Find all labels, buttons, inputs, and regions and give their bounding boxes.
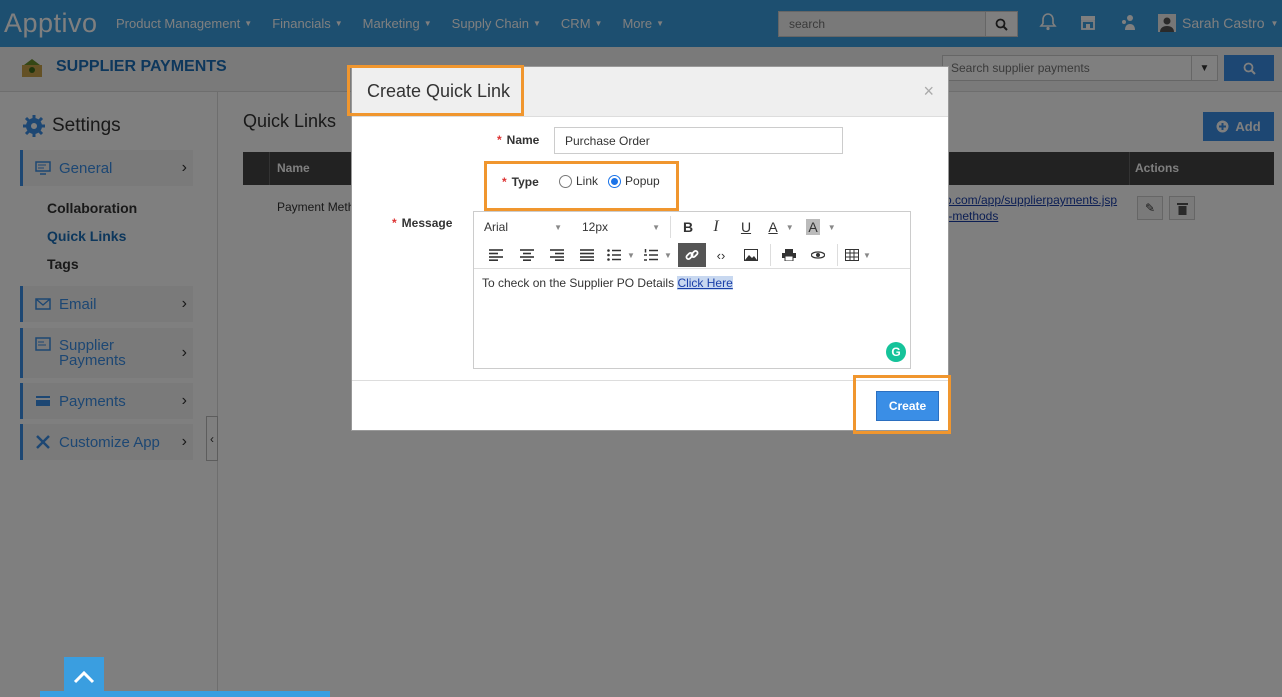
align-right-icon	[550, 249, 564, 261]
align-left-button[interactable]	[480, 243, 512, 267]
toolbar-divider	[770, 244, 771, 266]
print-button[interactable]	[775, 243, 803, 267]
name-label: * Name	[497, 133, 539, 147]
toolbar-divider	[670, 216, 671, 238]
font-family-select[interactable]: Arial ▼	[474, 220, 570, 234]
caret-down-icon: ▼	[627, 250, 635, 260]
editor-toolbar: Arial ▼ 12px ▼ B I U A ▼ A ▼ ▼ ▼ ‹› ▼	[474, 212, 910, 269]
name-label-text: Name	[506, 133, 540, 147]
bold-button[interactable]: B	[675, 215, 701, 239]
table-button[interactable]: ▼	[842, 243, 874, 267]
underline-button[interactable]: U	[731, 215, 761, 239]
table-icon	[845, 249, 860, 261]
type-label-text: Type	[511, 175, 539, 189]
eye-icon	[811, 251, 825, 259]
align-center-button[interactable]	[512, 243, 542, 267]
code-view-button[interactable]: ‹›	[706, 243, 736, 267]
radio-label: Popup	[625, 174, 660, 188]
caret-down-icon: ▼	[827, 222, 836, 232]
message-text: To check on the Supplier PO Details	[482, 276, 678, 290]
align-left-icon	[489, 249, 503, 261]
align-right-button[interactable]	[542, 243, 572, 267]
message-label-text: Message	[401, 216, 453, 230]
underline-icon: U	[740, 219, 752, 235]
link-icon	[685, 250, 699, 260]
justify-icon	[580, 249, 594, 261]
caret-down-icon: ▼	[554, 222, 562, 232]
highlight-color-icon: A	[806, 219, 820, 235]
italic-button[interactable]: I	[701, 215, 731, 239]
create-button[interactable]: Create	[876, 391, 939, 421]
name-input[interactable]: Purchase Order	[554, 127, 843, 154]
radio-button[interactable]	[559, 174, 572, 188]
image-icon	[744, 249, 758, 261]
required-asterisk: *	[497, 133, 502, 147]
toolbar-row: Arial ▼ 12px ▼ B I U A ▼ A ▼	[474, 213, 841, 241]
message-link[interactable]: Click Here	[677, 276, 733, 290]
grammarly-icon[interactable]: G	[886, 342, 906, 362]
code-icon: ‹›	[716, 247, 726, 263]
caret-down-icon: ▼	[664, 250, 672, 260]
bullet-list-icon	[607, 249, 622, 261]
italic-icon: I	[713, 218, 719, 235]
radio-button[interactable]	[608, 174, 622, 188]
align-center-icon	[520, 249, 534, 261]
font-color-button[interactable]: A ▼	[761, 215, 801, 239]
radio-label: Link	[576, 174, 599, 188]
numbered-list-button[interactable]: ▼	[640, 243, 676, 267]
toolbar-row: ▼ ▼ ‹› ▼	[474, 241, 874, 269]
highlight-color-button[interactable]: A ▼	[801, 215, 841, 239]
close-icon[interactable]: ×	[923, 81, 934, 102]
link-button[interactable]	[678, 243, 706, 267]
font-size-value: 12px	[582, 220, 609, 234]
font-family-value: Arial	[484, 220, 509, 234]
type-radio-link[interactable]: Link	[559, 174, 598, 188]
create-quick-link-dialog: Create Quick Link × * Name Purchase Order…	[347, 65, 951, 434]
type-radio-group: Link Popup	[559, 174, 670, 188]
message-label: * Message	[392, 216, 452, 230]
numbered-list-icon	[644, 249, 659, 261]
font-color-icon: A	[768, 219, 778, 235]
required-asterisk: *	[502, 175, 507, 189]
type-radio-popup[interactable]: Popup	[608, 174, 660, 188]
preview-button[interactable]	[803, 243, 833, 267]
chevron-up-icon	[73, 670, 95, 684]
editor-content[interactable]: To check on the Supplier PO Details Clic…	[482, 276, 733, 290]
bottom-bar	[40, 691, 330, 697]
caret-down-icon: ▼	[785, 222, 794, 232]
message-editor: Arial ▼ 12px ▼ B I U A ▼ A ▼ ▼ ▼ ‹› ▼ To…	[473, 211, 911, 369]
required-asterisk: *	[392, 216, 397, 230]
font-size-select[interactable]: 12px ▼	[570, 220, 666, 234]
highlight-title	[347, 65, 524, 116]
caret-down-icon: ▼	[652, 222, 660, 232]
caret-down-icon: ▼	[863, 250, 871, 260]
toolbar-divider	[837, 244, 838, 266]
type-label: * Type	[502, 175, 539, 189]
insert-image-button[interactable]	[736, 243, 766, 267]
justify-button[interactable]	[572, 243, 602, 267]
print-icon	[782, 249, 796, 261]
bold-icon: B	[682, 219, 694, 235]
bullet-list-button[interactable]: ▼	[602, 243, 640, 267]
